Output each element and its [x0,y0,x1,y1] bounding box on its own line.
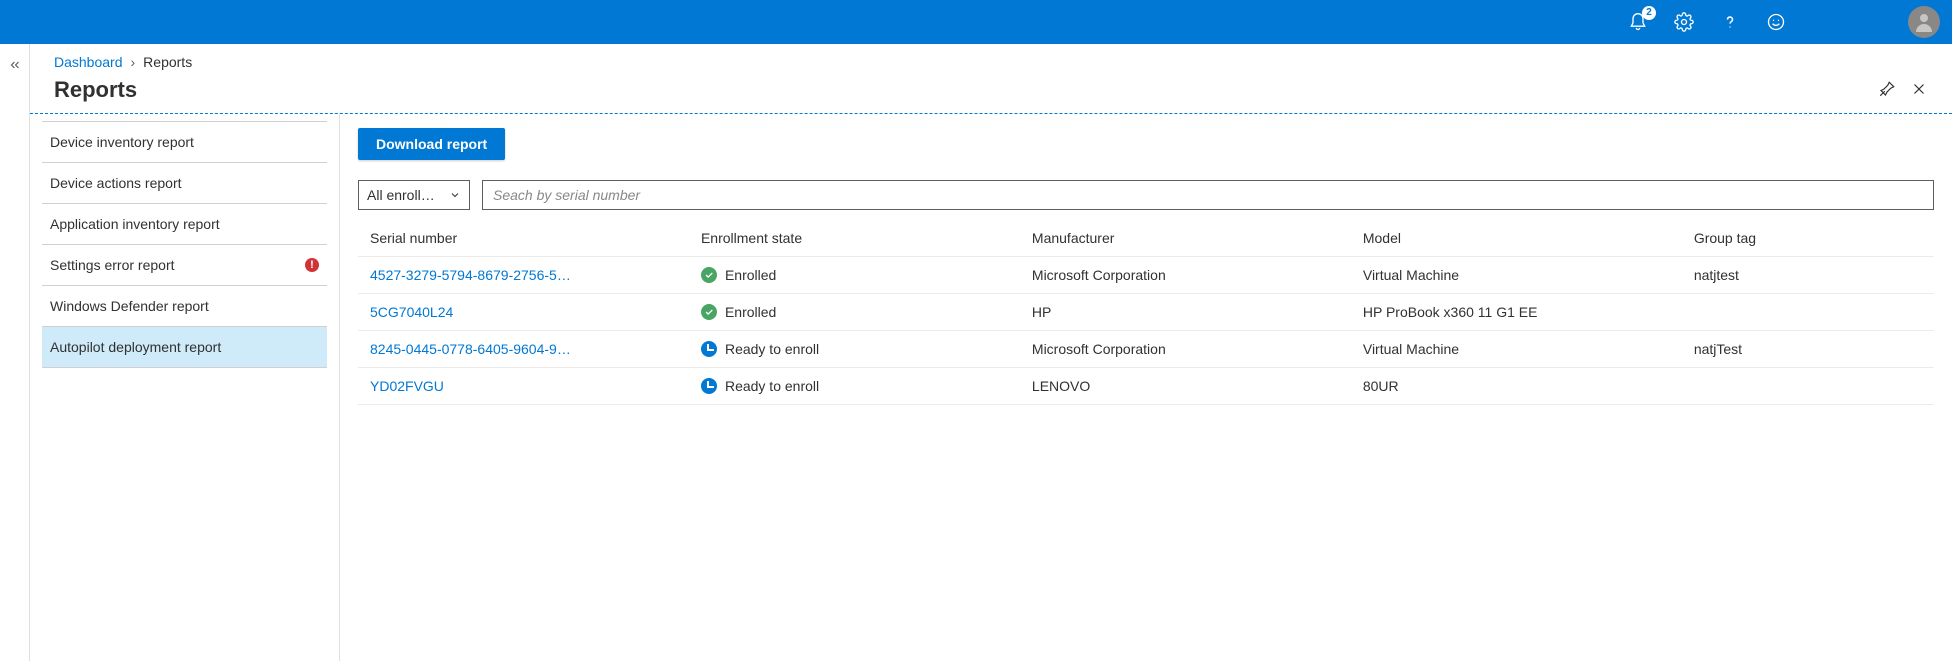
notifications-button[interactable]: 2 [1624,8,1652,36]
column-header-state[interactable]: Enrollment state [689,220,1020,257]
status-enrolled-icon [701,304,717,320]
devices-table: Serial number Enrollment state Manufactu… [358,220,1934,405]
status-text: Ready to enroll [725,341,819,357]
cell-manufacturer: HP [1020,294,1351,331]
side-list-item-label: Device actions report [50,175,182,191]
side-list-item[interactable]: Device inventory report [42,121,327,163]
column-header-manufacturer[interactable]: Manufacturer [1020,220,1351,257]
cell-model: Virtual Machine [1351,257,1682,294]
side-list-item-label: Windows Defender report [50,298,209,314]
user-avatar[interactable] [1908,6,1940,38]
cell-model: 80UR [1351,368,1682,405]
breadcrumb: Dashboard › Reports [30,44,1952,77]
status-text: Enrolled [725,267,776,283]
error-icon: ! [305,258,319,272]
download-report-button[interactable]: Download report [358,128,505,160]
cell-group-tag [1682,294,1934,331]
status-ready-icon [701,341,717,357]
side-list-item[interactable]: Windows Defender report [42,285,327,327]
cell-manufacturer: Microsoft Corporation [1020,257,1351,294]
reports-side-list: Device inventory report Device actions re… [30,114,340,661]
breadcrumb-separator: › [131,54,136,70]
status-enrolled-icon [701,267,717,283]
side-list-item[interactable]: Settings error report! [42,244,327,286]
serial-search-input[interactable] [482,180,1934,210]
feedback-button[interactable] [1762,8,1790,36]
help-button[interactable] [1716,8,1744,36]
cell-model: HP ProBook x360 11 G1 EE [1351,294,1682,331]
serial-link[interactable]: YD02FVGU [370,378,444,394]
settings-button[interactable] [1670,8,1698,36]
enrollment-filter-dropdown[interactable]: All enrollm… [358,180,470,210]
collapse-sidebar-icon[interactable] [8,58,22,75]
side-list-item-label: Device inventory report [50,134,194,150]
breadcrumb-current: Reports [143,54,192,70]
cell-manufacturer: Microsoft Corporation [1020,331,1351,368]
report-content: Download report All enrollm… Serial numb… [340,114,1952,661]
status-text: Ready to enroll [725,378,819,394]
cell-group-tag: natjTest [1682,331,1934,368]
notification-count-badge: 2 [1642,6,1656,20]
serial-link[interactable]: 4527-3279-5794-8679-2756-5… [370,267,571,283]
page-title-bar: Reports [30,77,1952,114]
side-list-item-label: Autopilot deployment report [50,339,221,355]
top-header-bar: 2 [0,0,1952,44]
table-row: 4527-3279-5794-8679-2756-5… Enrolled Micro… [358,257,1934,294]
serial-link[interactable]: 5CG7040L24 [370,304,453,320]
breadcrumb-root-link[interactable]: Dashboard [54,54,123,70]
cell-model: Virtual Machine [1351,331,1682,368]
pin-button[interactable] [1878,80,1896,101]
side-list-item[interactable]: Autopilot deployment report [42,326,327,368]
page-title: Reports [54,77,137,103]
cell-group-tag [1682,368,1934,405]
side-list-item-label: Settings error report [50,257,175,273]
sidebar-collapse-column [0,44,30,661]
column-header-group-tag[interactable]: Group tag [1682,220,1934,257]
table-row: 5CG7040L24 Enrolled HPHP ProBook x360 11 G… [358,294,1934,331]
column-header-serial[interactable]: Serial number [358,220,689,257]
column-header-model[interactable]: Model [1351,220,1682,257]
status-text: Enrolled [725,304,776,320]
chevron-down-icon [449,189,461,201]
serial-link[interactable]: 8245-0445-0778-6405-9604-9… [370,341,571,357]
side-list-item[interactable]: Application inventory report [42,203,327,245]
table-row: 8245-0445-0778-6405-9604-9… Ready to enro… [358,331,1934,368]
enrollment-filter-label: All enrollm… [367,187,443,203]
table-row: YD02FVGU Ready to enroll LENOVO80UR [358,368,1934,405]
cell-group-tag: natjtest [1682,257,1934,294]
close-button[interactable] [1910,80,1928,101]
side-list-item[interactable]: Device actions report [42,162,327,204]
status-ready-icon [701,378,717,394]
side-list-item-label: Application inventory report [50,216,220,232]
cell-manufacturer: LENOVO [1020,368,1351,405]
